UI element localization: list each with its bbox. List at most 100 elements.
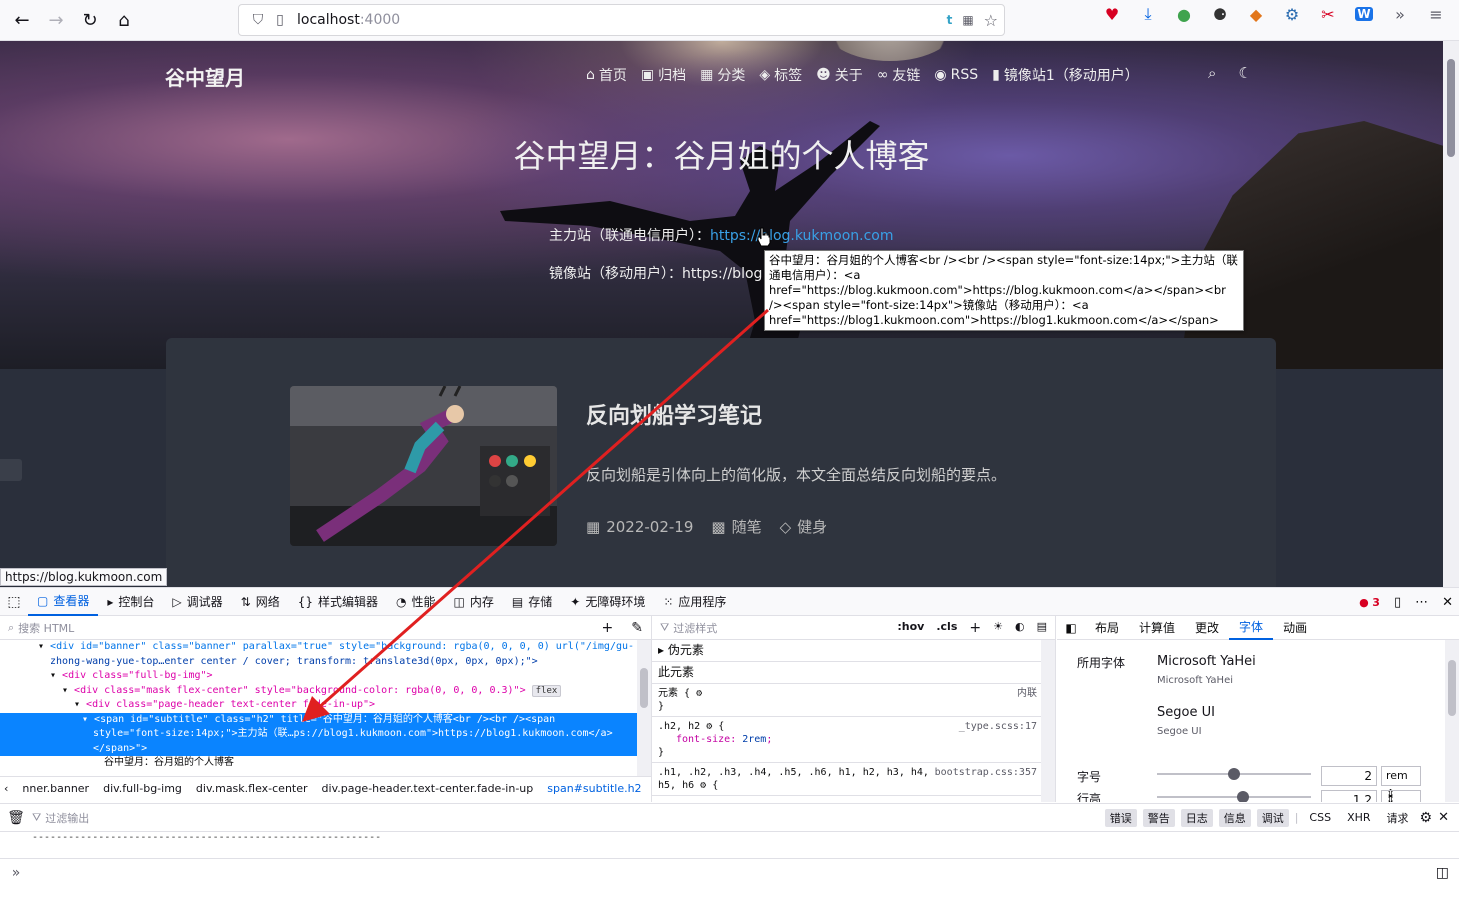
breadcrumb-item[interactable]: div.full-bg-img: [103, 782, 182, 795]
back-icon[interactable]: ←: [5, 3, 39, 37]
light-mode-icon[interactable]: ☀: [993, 620, 1003, 636]
home-icon[interactable]: ⌂: [107, 3, 141, 37]
sidebar-tab[interactable]: 布局: [1085, 616, 1129, 640]
metamask-icon[interactable]: ◆: [1238, 5, 1274, 24]
reload-icon[interactable]: ↻: [73, 3, 107, 37]
console-input[interactable]: » ◫: [0, 860, 1459, 885]
filter-styles-input[interactable]: ⛛ 过滤样式 :hov .cls + ☀ ◐ ▤: [652, 616, 1055, 640]
print-media-icon[interactable]: ▤: [1037, 620, 1047, 636]
console-level-filter[interactable]: 错误: [1104, 808, 1137, 827]
line-height-input[interactable]: 1.2: [1321, 790, 1377, 802]
headings-rule[interactable]: .h1, .h2, .h3, .h4, .h5, .h6, h1, h2, h3…: [652, 763, 1055, 796]
markup-line[interactable]: zhong-wang-yue-top…enter center / cover;…: [0, 655, 651, 670]
gear-icon[interactable]: ⚙: [700, 780, 706, 791]
nav-item[interactable]: ▣ 归档: [641, 65, 686, 85]
close-split-console-icon[interactable]: ✕: [1438, 810, 1449, 825]
add-node-icon[interactable]: +: [602, 620, 614, 636]
add-rule-icon[interactable]: +: [969, 620, 981, 636]
console-settings-icon[interactable]: ⚙: [1420, 810, 1433, 826]
post-category[interactable]: ▩ 随笔: [711, 516, 761, 537]
markup-line-selected[interactable]: style="font-size:14px;">主力站（联…ps://blog1…: [0, 727, 651, 742]
nav-item[interactable]: ▦ 分类: [700, 65, 745, 85]
devtools-tab[interactable]: ▷ 调试器: [163, 588, 231, 616]
rule-source[interactable]: bootstrap.css:357: [935, 766, 1037, 779]
devtools-tab[interactable]: ⇅ 网络: [232, 588, 289, 616]
download-icon[interactable]: ⤓: [1130, 4, 1166, 24]
extension-dots-icon[interactable]: ⚈: [1202, 5, 1238, 24]
devtools-tab[interactable]: ▸ 控制台: [98, 588, 163, 616]
post-title[interactable]: 反向划船学习笔记: [586, 398, 762, 430]
bookmark-star-icon[interactable]: ☆: [984, 11, 998, 30]
mirror-site-link[interactable]: https://blog: [682, 266, 762, 282]
pocket-icon[interactable]: ♥: [1094, 5, 1130, 24]
error-count-badge[interactable]: ● 3: [1359, 596, 1380, 609]
hamburger-menu-icon[interactable]: ≡: [1418, 5, 1454, 24]
sidebar-toggle-icon[interactable]: ◫: [1436, 865, 1449, 881]
font-size-unit-select[interactable]: rem ⇕: [1381, 766, 1421, 800]
trash-icon[interactable]: 🗑: [0, 810, 32, 826]
dock-icon[interactable]: ▯: [1394, 595, 1401, 610]
devtools-tab[interactable]: ◫ 内存: [445, 588, 503, 616]
forward-icon[interactable]: →: [39, 3, 73, 37]
site-brand[interactable]: 谷中望月: [165, 62, 245, 91]
markup-line[interactable]: 谷中望月：谷月姐的个人博客: [0, 756, 651, 771]
toggle-sidebar-icon[interactable]: ◧: [1057, 621, 1085, 635]
close-devtools-icon[interactable]: ✕: [1442, 595, 1453, 610]
devtools-tab[interactable]: ✦ 无障碍环境: [561, 588, 654, 616]
dark-mode-moon-icon[interactable]: ☾: [1238, 64, 1251, 82]
nav-item[interactable]: ∞ 友链: [877, 65, 921, 85]
font-size-input[interactable]: 2: [1321, 766, 1377, 786]
hov-button[interactable]: :hov: [897, 620, 924, 636]
sidebar-tab[interactable]: 字体: [1229, 616, 1274, 640]
dark-mode-icon[interactable]: ◐: [1015, 620, 1025, 636]
gear-icon[interactable]: ⚙: [696, 688, 702, 699]
devtools-tab[interactable]: ⁙ 应用程序: [654, 588, 735, 616]
word-icon[interactable]: W: [1355, 7, 1373, 21]
gear-icon[interactable]: ⚙: [706, 721, 712, 732]
flex-badge[interactable]: flex: [531, 684, 562, 697]
console-filter-input[interactable]: 过滤输出: [45, 810, 89, 826]
markup-line-selected[interactable]: </span>">: [0, 741, 651, 756]
sidebar-tab[interactable]: 动画: [1273, 616, 1317, 640]
screenshot-icon[interactable]: ✂: [1310, 5, 1346, 24]
extension-green-icon[interactable]: ●: [1166, 5, 1202, 24]
main-site-link[interactable]: https://blog.kukmoon.com: [710, 228, 894, 244]
rule-source[interactable]: _type.scss:17: [959, 720, 1037, 733]
element-picker-icon[interactable]: ⬚: [0, 594, 28, 610]
extension-puzzle-icon[interactable]: ⚙: [1274, 5, 1310, 24]
devtools-tab[interactable]: ▤ 存储: [503, 588, 561, 616]
devtools-menu-icon[interactable]: ⋯: [1415, 595, 1428, 610]
tumblr-icon[interactable]: t: [947, 13, 953, 27]
console-level-filter[interactable]: 信息: [1218, 808, 1251, 827]
sidebar-tab[interactable]: 计算值: [1129, 616, 1185, 640]
nav-item[interactable]: ☻ 关于: [816, 65, 863, 85]
breadcrumb-item[interactable]: div.mask.flex-center: [196, 782, 308, 795]
breadcrumb-scroll-left-icon[interactable]: ‹: [4, 782, 8, 795]
devtools-tab[interactable]: {} 样式编辑器: [289, 588, 387, 616]
markup-line[interactable]: ▾ <div id="banner" class="banner" parall…: [0, 640, 651, 655]
console-level-filter[interactable]: 调试: [1256, 808, 1289, 827]
console-type-filter[interactable]: 请求: [1382, 809, 1414, 827]
console-type-filter[interactable]: XHR: [1342, 810, 1375, 825]
page-scrollbar[interactable]: [1443, 41, 1459, 587]
side-toggle-tab[interactable]: [0, 459, 22, 481]
fonts-scrollbar[interactable]: [1445, 640, 1459, 802]
overflow-menu-icon[interactable]: »: [1382, 5, 1418, 24]
pseudo-elements-section[interactable]: ▸ 伪元素: [652, 640, 1055, 662]
element-rule[interactable]: 元素 { ⚙ 内联 }: [652, 684, 1055, 717]
nav-item[interactable]: ◈ 标签: [759, 65, 802, 85]
line-height-slider[interactable]: [1157, 791, 1311, 802]
markup-scrollbar[interactable]: [637, 640, 651, 776]
line-height-unit-select[interactable]: ⇕: [1381, 790, 1421, 802]
console-level-filter[interactable]: 警告: [1142, 808, 1175, 827]
post-tag[interactable]: ◇ 健身: [780, 516, 828, 537]
console-level-filter[interactable]: 日志: [1180, 808, 1213, 827]
h2-rule[interactable]: .h2, h2 ⚙ { _type.scss:17 font-size: 2re…: [652, 717, 1055, 763]
nav-item[interactable]: ◉ RSS: [934, 65, 978, 85]
breadcrumb-item[interactable]: nner.banner: [22, 782, 89, 795]
sidebar-tab[interactable]: 更改: [1185, 616, 1229, 640]
markup-line-selected[interactable]: ▾ <span id="subtitle" class="h2" title="…: [0, 712, 651, 727]
post-thumbnail[interactable]: [290, 386, 557, 546]
markup-line[interactable]: ▾ <div class="mask flex-center" style="b…: [0, 684, 651, 699]
nav-item[interactable]: ▮ 镜像站1（移动用户）: [992, 65, 1139, 85]
